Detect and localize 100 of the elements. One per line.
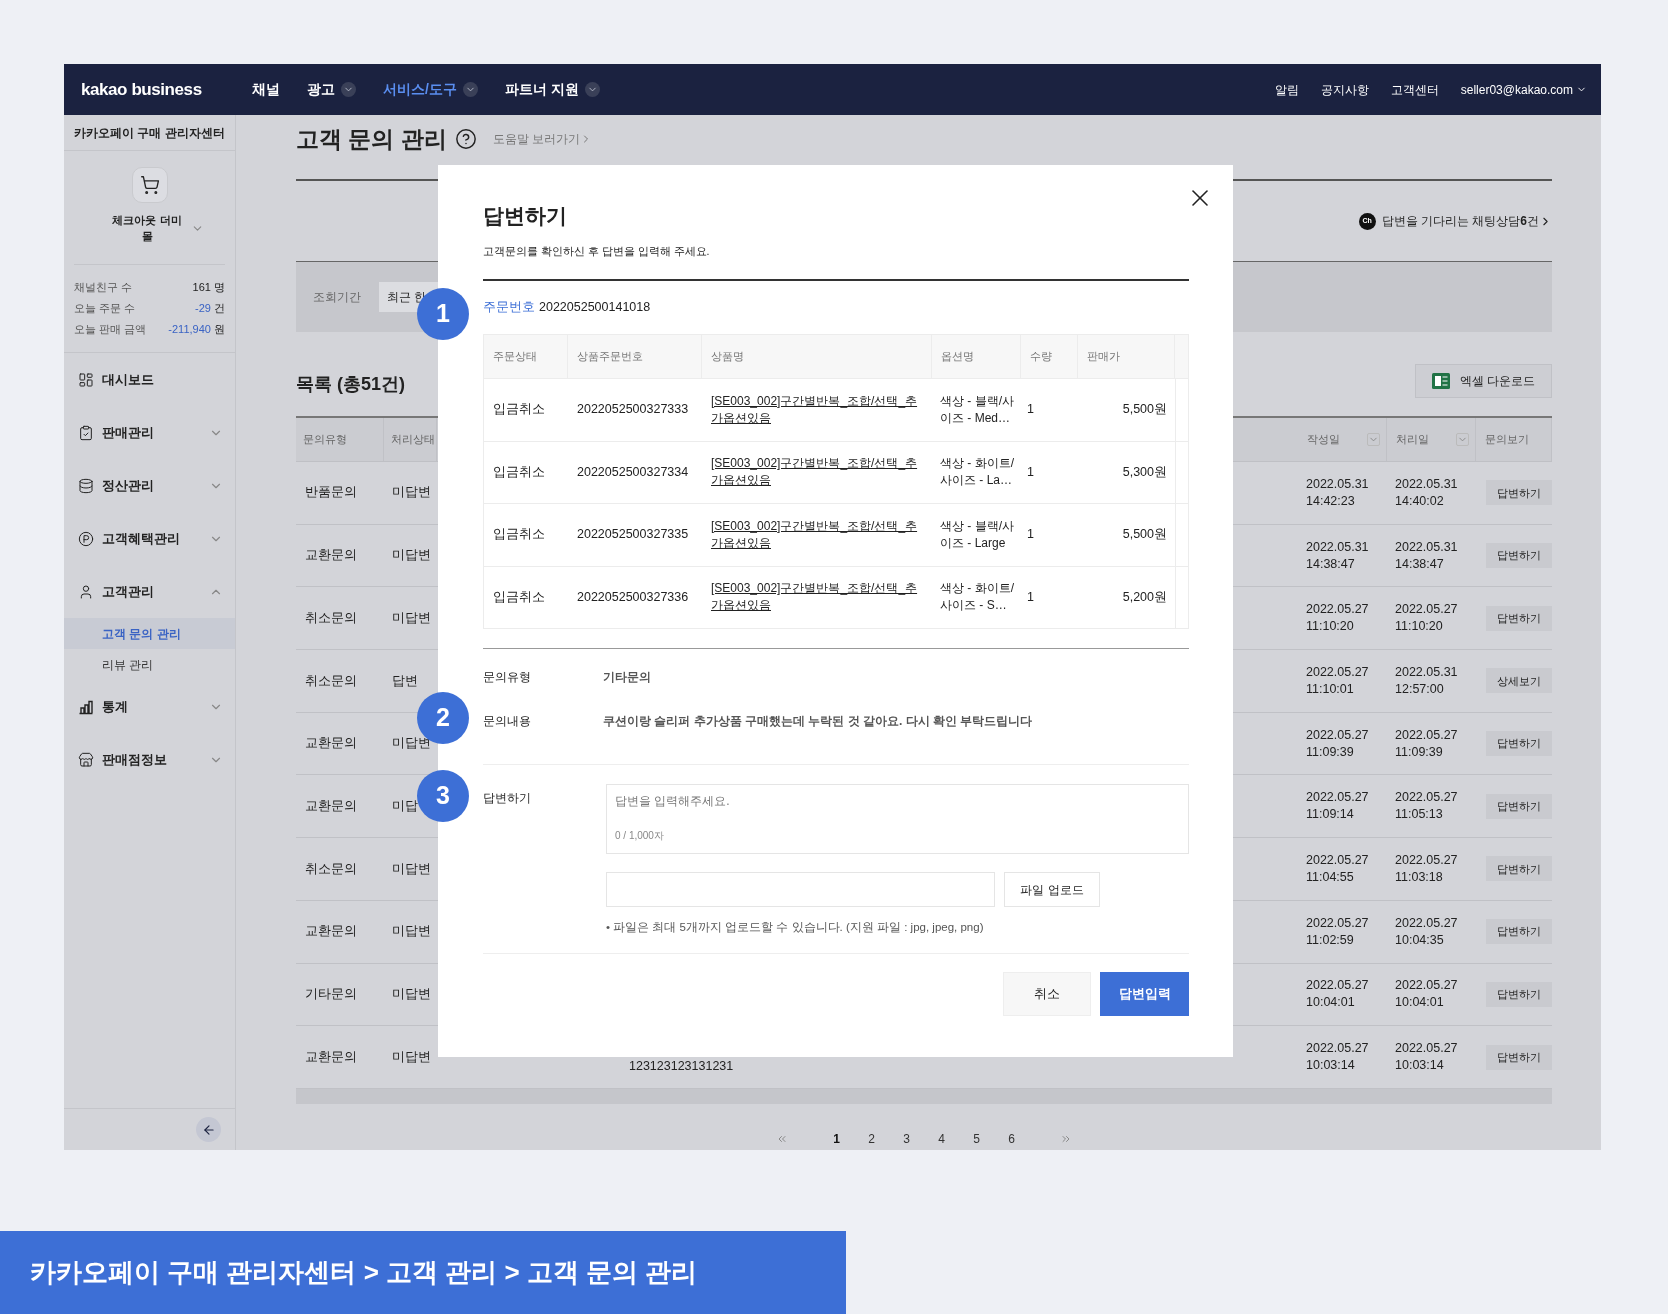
- table-cell-text: 5,200원: [1122, 588, 1167, 606]
- column-header: 주문상태: [493, 348, 537, 364]
- table-cell: 2022.05.27 11:09:39: [1306, 726, 1369, 761]
- store-icon: [78, 751, 94, 768]
- table-cell-text: 취소문의: [305, 672, 357, 690]
- table-cell: 2022.05.27 10:03:14: [1306, 1040, 1369, 1075]
- file-upload-button[interactable]: 파일 업로드: [1004, 872, 1100, 907]
- sidebar-menu-item[interactable]: 판매점정보: [64, 733, 235, 786]
- stat-label: 오늘 판매 금액: [74, 322, 147, 338]
- row-action-button[interactable]: 답변하기: [1486, 731, 1552, 757]
- column-header[interactable]: 작성일: [1298, 418, 1387, 461]
- stat-label: 오늘 주문 수: [74, 301, 136, 317]
- sidebar-menu-item[interactable]: 고객관리: [64, 565, 235, 618]
- row-action-button[interactable]: 답변하기: [1486, 543, 1552, 569]
- file-name-field[interactable]: [606, 872, 995, 907]
- page-number[interactable]: 5: [970, 1129, 983, 1148]
- nav-link[interactable]: 고객센터: [1390, 80, 1439, 99]
- product-link[interactable]: [SE003_002]구간별반복_조합/선택_추가옵션있음: [711, 392, 924, 427]
- chat-notice-link[interactable]: 답변을 기다리는 채팅상담6건: [1381, 212, 1552, 230]
- bar-chart-icon: [78, 698, 94, 715]
- sidebar-menu-item[interactable]: 판매관리: [64, 406, 235, 459]
- nav-menu[interactable]: 서비스/도구: [383, 79, 478, 100]
- table-cell: 2022.05.27 11:02:59: [1306, 914, 1369, 949]
- column-header: 판매가: [1087, 348, 1120, 364]
- column-header: 옵션명: [941, 348, 974, 364]
- table-cell-text: 미답변: [392, 547, 431, 565]
- table-cell-text: 색상 - 화이트/사이즈 - La…: [940, 455, 1015, 490]
- product-link[interactable]: [SE003_002]구간별반복_조합/선택_추가옵션있음: [711, 517, 924, 552]
- table-cell: 2022.05.31 14:38:47: [1306, 538, 1369, 573]
- nav-link[interactable]: 알림: [1274, 80, 1299, 99]
- table-cell-text: 미답: [392, 797, 418, 815]
- account-menu[interactable]: seller03@kakao.com: [1460, 80, 1587, 99]
- help-icon[interactable]: [454, 128, 477, 150]
- row-action-button[interactable]: 답변하기: [1486, 1044, 1552, 1070]
- table-cell-text: 교환문의: [305, 923, 357, 941]
- nav-link[interactable]: 공지사항: [1320, 80, 1369, 99]
- row-action-button[interactable]: 답변하기: [1486, 605, 1552, 631]
- product-link[interactable]: [SE003_002]구간별반복_조합/선택_추가옵션있음: [711, 580, 924, 615]
- table-cell: 2022.05.31 14:38:47: [1395, 538, 1458, 573]
- list-title: 목록 (총51건): [296, 373, 405, 396]
- table-cell-text: 1: [1027, 401, 1034, 419]
- order-number: 2022052500141018: [539, 298, 651, 316]
- row-action-button[interactable]: 상세보기: [1486, 668, 1552, 694]
- sidebar-menu-item[interactable]: 고객혜택관리: [64, 512, 235, 565]
- column-header: 상품명: [711, 348, 744, 364]
- row-action-button[interactable]: 답변하기: [1486, 981, 1552, 1007]
- table-cell-text: 5,500원: [1122, 526, 1167, 544]
- field-label: 문의유형: [483, 669, 532, 686]
- page-number[interactable]: 3: [900, 1129, 913, 1148]
- row-action-button[interactable]: 답변하기: [1486, 480, 1552, 506]
- table-cell-text: 색상 - 블랙/사이즈 - Large: [940, 517, 1015, 552]
- table-cell-text: 미답변: [392, 985, 431, 1003]
- row-action-button[interactable]: 답변하기: [1486, 856, 1552, 882]
- product-link[interactable]: [SE003_002]구간별반복_조합/선택_추가옵션있음: [711, 455, 924, 490]
- sidebar-menu-item[interactable]: 통계: [64, 680, 235, 733]
- upload-note: • 파일은 최대 5개까지 업로드할 수 있습니다. (지원 파일 : jpg, jpeg, png): [606, 920, 985, 935]
- page-number[interactable]: 1: [830, 1129, 843, 1148]
- order-number-label: 주문번호: [483, 298, 535, 316]
- collapse-sidebar-button[interactable]: [196, 1117, 221, 1142]
- sidebar-submenu-item[interactable]: 리뷰 관리: [64, 649, 235, 680]
- table-cell-text: 2022052500327336: [577, 588, 689, 606]
- stat-value: -29 건: [195, 301, 225, 317]
- dialog-button[interactable]: 취소: [1003, 972, 1091, 1016]
- sidebar-menu-item[interactable]: 정산관리: [64, 459, 235, 512]
- logo[interactable]: kakao business: [81, 76, 235, 103]
- shop-name[interactable]: 체크아웃 더미 몰: [109, 212, 185, 244]
- nav-menu[interactable]: 채널: [252, 79, 280, 100]
- nav-menu[interactable]: 광고: [307, 79, 356, 100]
- row-action-button[interactable]: 답변하기: [1486, 919, 1552, 945]
- table-cell-text: 2022052500327334: [577, 463, 689, 481]
- parking-icon: [78, 530, 94, 547]
- page-number[interactable]: 2: [865, 1129, 878, 1148]
- sort-icon[interactable]: [1367, 433, 1380, 446]
- table-cell-text: 미답변: [392, 923, 431, 941]
- dialog-button[interactable]: 답변입력: [1100, 972, 1189, 1016]
- page-number[interactable]: 4: [935, 1129, 948, 1148]
- table-cell-text: 2022052500327333: [577, 401, 689, 419]
- inquiry-content: 쿠션이랑 슬리퍼 추가상품 구매했는데 누락된 것 같아요. 다시 확인 부탁드립니다: [603, 713, 1033, 730]
- character-count: 0 / 1,000자: [615, 829, 664, 843]
- table-cell: 2022.05.27 11:10:20: [1306, 601, 1369, 636]
- excel-download-button[interactable]: 엑셀 다운로드: [1415, 364, 1552, 398]
- table-cell-text: 5,500원: [1122, 401, 1167, 419]
- dashboard-icon: [78, 371, 94, 388]
- nav-menu[interactable]: 파트너 지원: [504, 79, 600, 100]
- table-cell-text: 미답변: [392, 609, 431, 627]
- row-action-button[interactable]: 답변하기: [1486, 793, 1552, 819]
- table-cell-text: 1: [1027, 588, 1034, 606]
- table-cell-text: 미답변: [392, 484, 431, 502]
- table-cell-text: 교환문의: [305, 797, 357, 815]
- table-cell-text: 교환문의: [305, 1048, 357, 1066]
- sidebar-menu-item[interactable]: 대시보드: [64, 353, 235, 406]
- table-cell-text: 취소문의: [305, 860, 357, 878]
- page-number[interactable]: 6: [1005, 1129, 1018, 1148]
- sort-icon[interactable]: [1456, 433, 1469, 446]
- clipboard-icon: [78, 424, 94, 441]
- caption-text: 카카오페이 구매 관리자센터 > 고객 관리 > 고객 문의 관리: [30, 1256, 698, 1289]
- stat-label: 채널친구 수: [74, 280, 133, 296]
- table-cell-text: 답변: [392, 672, 418, 690]
- column-header[interactable]: 처리일: [1387, 418, 1476, 461]
- table-cell-text: 입금취소: [493, 588, 545, 606]
